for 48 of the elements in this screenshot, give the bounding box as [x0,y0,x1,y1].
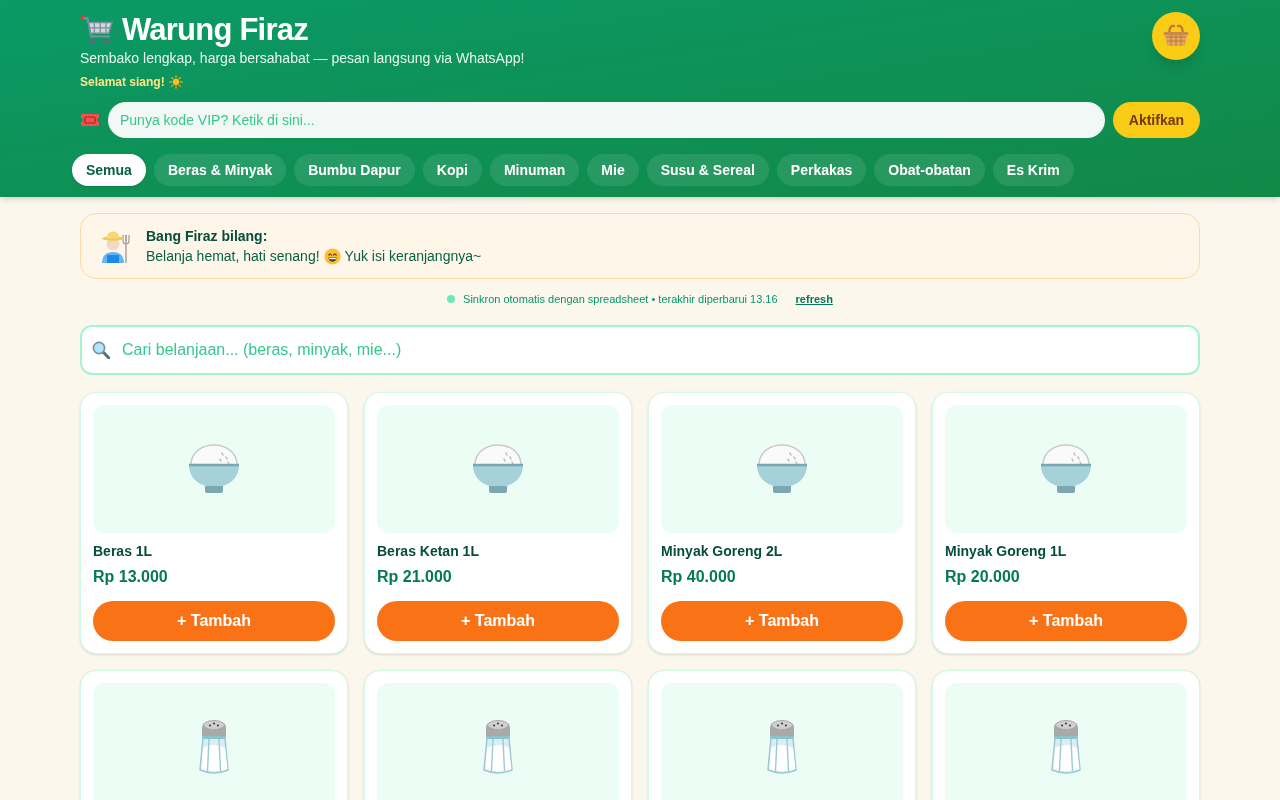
basket-icon [1162,24,1190,48]
rice-bowl-icon [754,443,810,495]
refresh-link[interactable]: refresh [795,291,833,307]
category-tab[interactable]: Obat-obatan [874,154,985,186]
product-price: Rp 20.000 [945,567,1021,587]
rice-bowl-icon [186,443,242,495]
product-name: Minyak Goreng 2L [661,542,784,561]
grinning-face-icon [323,247,341,265]
salt-shaker-icon [1048,718,1084,776]
add-to-cart-button[interactable]: + Tambah [377,601,619,641]
greeting-text: Selamat siang! [80,74,165,90]
search-field[interactable]: Cari belanjaan... (beras, minyak, mie...) [80,325,1200,375]
product-price: Rp 13.000 [93,567,169,587]
category-tab[interactable]: Beras & Minyak [153,154,287,186]
salt-shaker-icon [764,718,800,776]
rice-bowl-icon [470,443,526,495]
salt-shaker-icon [480,718,516,776]
sun-icon [168,75,183,89]
notice-title: Bang Firaz bilang: [146,227,269,246]
add-to-cart-button[interactable]: + Tambah [661,601,903,641]
notice-message: Yuk isi keranjangnya~ [344,247,482,266]
category-tab[interactable]: Kopi [422,154,482,186]
search-icon [92,341,110,359]
ticket-icon [80,113,100,127]
vip-code-field[interactable]: Punya kode VIP? Ketik di sini... [108,102,1105,138]
category-tab[interactable]: Perkakas [776,154,867,186]
product-price: Rp 40.000 [661,567,737,587]
salt-shaker-icon [196,718,232,776]
category-tab[interactable]: Mie [587,154,639,186]
category-tab[interactable]: Bumbu Dapur [294,154,415,186]
notice-message: Belanja hemat, hati senang! [146,247,320,266]
basket-button[interactable] [1152,12,1200,60]
add-to-cart-button[interactable]: + Tambah [945,601,1187,641]
store-title: Warung Firaz [122,12,308,48]
product-name: Minyak Goreng 1L [945,542,1068,561]
product-name: Beras Ketan 1L [377,542,480,561]
category-tab[interactable]: Minuman [489,154,580,186]
store-tagline: Sembako lengkap, harga bersahabat — pesan langsung via WhatsApp! [80,49,525,68]
product-name: Beras 1L [93,542,154,561]
category-tab[interactable]: Es Krim [992,154,1074,186]
product-price: Rp 21.000 [377,567,453,587]
rice-bowl-icon [1038,443,1094,495]
category-tab[interactable]: Susu & Sereal [646,154,769,186]
shopping-cart-icon [80,14,114,46]
add-to-cart-button[interactable]: + Tambah [93,601,335,641]
activate-button[interactable]: Aktifkan [1112,102,1200,138]
category-tab[interactable]: Semua [72,154,146,186]
sync-status-text: Sinkron otomatis dengan spreadsheet • terakhir diperbarui 13.16 [463,292,778,307]
